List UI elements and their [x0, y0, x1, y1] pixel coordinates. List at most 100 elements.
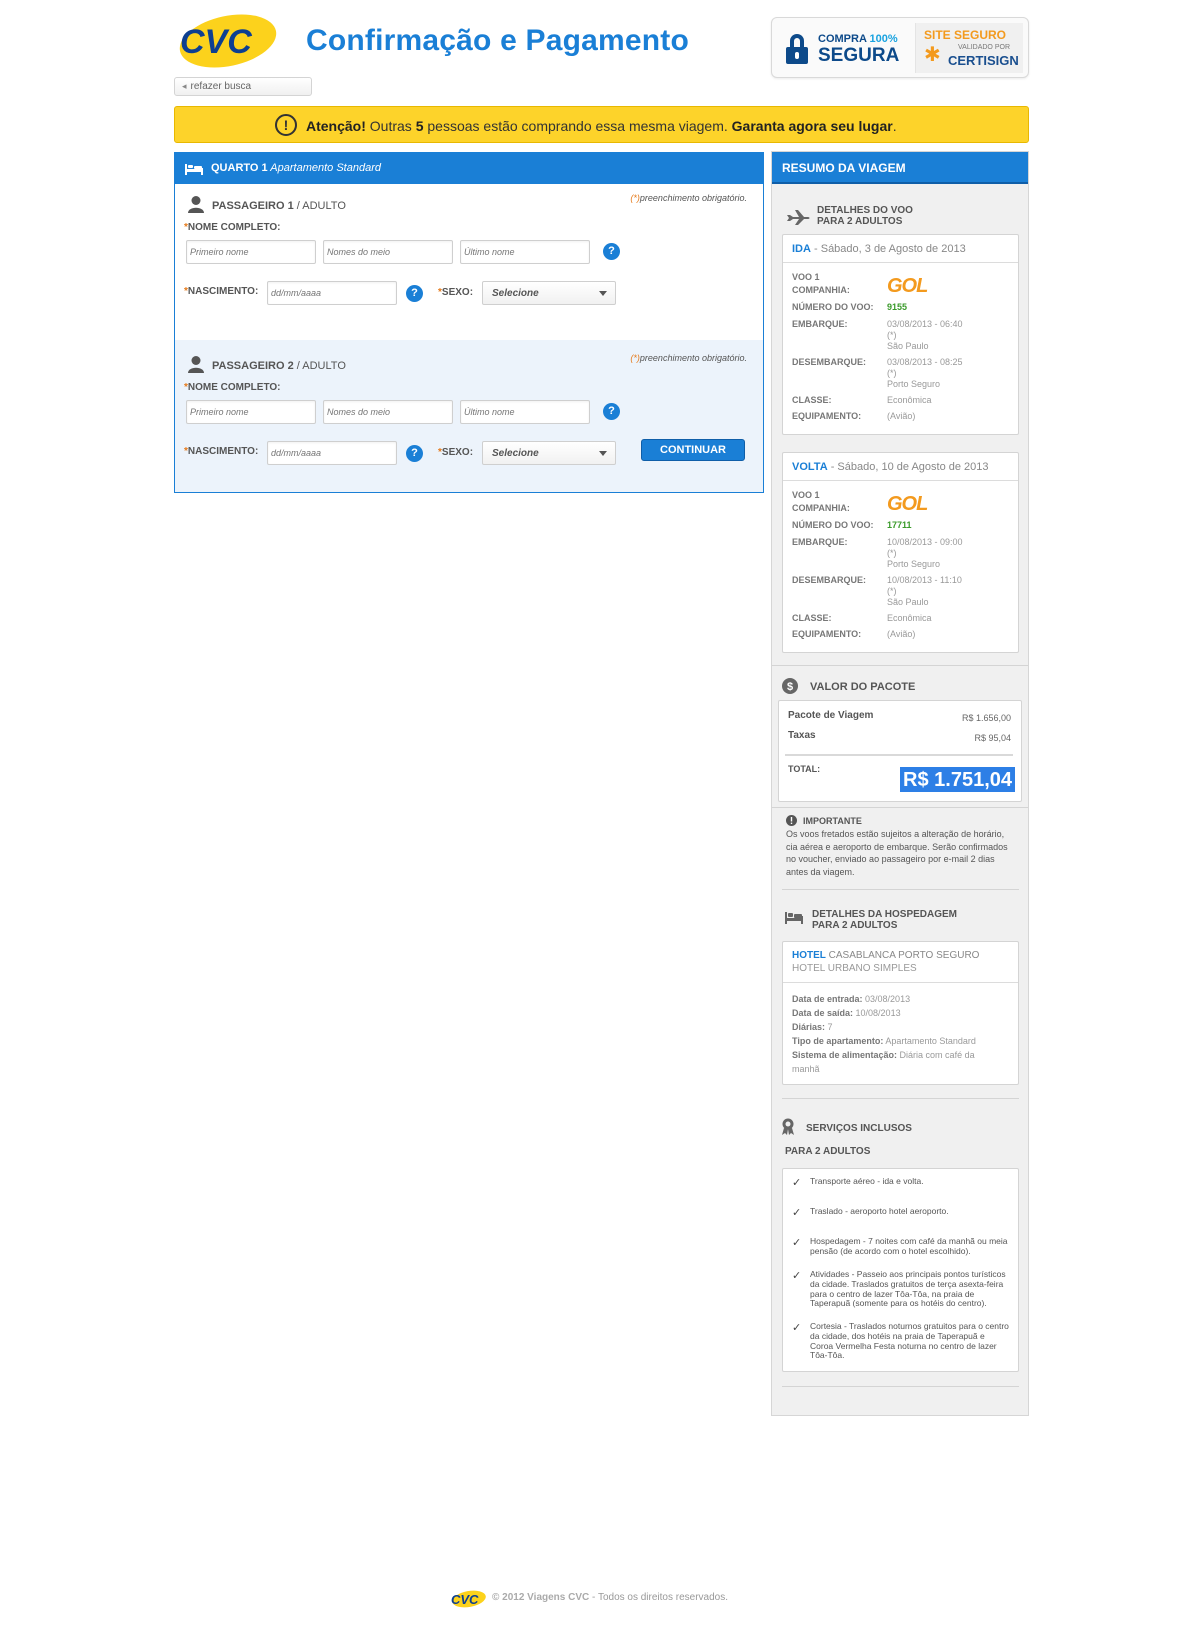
services-card: ✓ Transporte aéreo - ida e volta. ✓ Tras…	[782, 1168, 1019, 1372]
arrival-city: Porto Seguro	[887, 379, 941, 389]
middle-name-input[interactable]	[323, 400, 453, 424]
service-text: Atividades - Passeio aos principais pont…	[810, 1269, 1006, 1309]
arrival-time: 03/08/2013 - 08:25	[887, 357, 963, 367]
nights-line: Diárias: 7	[792, 1022, 833, 1032]
birth-help-icon[interactable]: ?	[406, 445, 423, 462]
first-name-input[interactable]	[186, 240, 316, 264]
gol-airline-logo: GOL	[887, 493, 928, 515]
departure-city: São Paulo	[887, 341, 929, 351]
cert-badge-top: SITE SEGURO	[924, 28, 1007, 42]
middle-name-input[interactable]	[323, 240, 453, 264]
departure-note: (*)	[887, 548, 897, 558]
flight-number-label: NÚMERO DO VOO:	[792, 520, 874, 530]
total-price: R$ 1.751,04	[900, 767, 1015, 792]
logo-text: CVC	[180, 23, 252, 61]
class-value: Econômica	[887, 395, 932, 405]
important-title: IMPORTANTE	[803, 816, 862, 826]
required-note: (*)preenchimento obrigatório.	[630, 353, 747, 363]
hotel-header: HOTEL CASABLANCA PORTO SEGURO HOTEL URBA…	[783, 942, 1018, 983]
name-help-icon[interactable]: ?	[603, 403, 620, 420]
company-label: COMPANHIA:	[792, 285, 850, 295]
dropdown-arrow-icon	[599, 291, 607, 296]
divider	[782, 1098, 1019, 1099]
gol-airline-logo: GOL	[887, 275, 928, 297]
checkmark-icon: ✓	[792, 1237, 802, 1249]
birth-label: *NASCIMENTO:	[184, 446, 259, 457]
flight-number: 9155	[887, 302, 908, 312]
airplane-icon	[787, 210, 810, 225]
dropdown-arrow-icon	[599, 451, 607, 456]
full-name-label: *NOME COMPLETO:	[184, 382, 281, 393]
redo-search-link[interactable]: ◂ refazer busca	[174, 77, 312, 96]
departure-note: (*)	[887, 330, 897, 340]
outbound-flight-card: IDA - Sábado, 3 de Agosto de 2013 VOO 1 …	[782, 234, 1019, 435]
first-name-input[interactable]	[186, 400, 316, 424]
price-divider	[785, 754, 1013, 756]
hotel-name: HOTEL CASABLANCA PORTO SEGURO	[792, 950, 980, 961]
equipment-value: (Avião)	[887, 629, 916, 639]
alert-text: Atenção! Outras 5 pessoas estão comprand…	[306, 118, 897, 134]
departure-city: Porto Seguro	[887, 559, 941, 569]
footer-logo-text: CVC	[451, 1592, 479, 1607]
outbound-header: IDA - Sábado, 3 de Agosto de 2013	[783, 235, 1018, 263]
birth-date-input[interactable]	[267, 441, 397, 465]
required-note: (*)preenchimento obrigatório.	[630, 193, 747, 203]
summary-title: RESUMO DA VIAGEM	[782, 161, 906, 175]
checkin-line: Data de entrada: 03/08/2013	[792, 994, 911, 1004]
certisign-star-icon: ✱	[924, 44, 941, 66]
flight-number: 17711	[887, 520, 912, 530]
room-form-panel: QUARTO 1 Apartamento Standard PASSAGEIRO…	[174, 152, 764, 493]
total-label: TOTAL:	[788, 764, 821, 774]
full-name-label: *NOME COMPLETO:	[184, 222, 281, 233]
arrival-time: 10/08/2013 - 11:10	[887, 575, 962, 585]
arrival-note: (*)	[887, 586, 897, 596]
services-title: SERVIÇOS INCLUSOS	[806, 1123, 912, 1134]
passenger-1-section: PASSAGEIRO 1 / ADULTO (*)preenchimento o…	[175, 184, 763, 340]
checkmark-icon: ✓	[792, 1322, 802, 1334]
package-price: R$ 1.656,00	[961, 713, 1011, 723]
user-icon	[188, 196, 204, 213]
birth-date-input[interactable]	[267, 281, 397, 305]
summary-header: RESUMO DA VIAGEM	[772, 152, 1028, 184]
arrival-city: São Paulo	[887, 597, 929, 607]
redo-search-label: refazer busca	[190, 81, 252, 92]
secure-badge-top: COMPRA 100%	[818, 33, 898, 45]
cvc-logo[interactable]: CVC	[174, 14, 278, 68]
arrival-label: DESEMBARQUE:	[792, 575, 867, 585]
class-value: Econômica	[887, 613, 932, 623]
birth-help-icon[interactable]: ?	[406, 285, 423, 302]
last-name-input[interactable]	[460, 400, 590, 424]
hotel-card: HOTEL CASABLANCA PORTO SEGURO HOTEL URBA…	[782, 941, 1019, 1085]
sex-select[interactable]: Selecione	[482, 281, 616, 305]
cert-badge-mid: VALIDADO POR	[958, 44, 1010, 51]
last-name-input[interactable]	[460, 240, 590, 264]
departure-label: EMBARQUE:	[792, 319, 848, 329]
sex-select-value: Selecione	[492, 288, 539, 299]
continue-button[interactable]: CONTINUAR	[641, 439, 745, 461]
security-badges: COMPRA 100% SEGURA SITE SEGURO VALIDADO …	[771, 17, 1029, 78]
important-text: Os voos fretados estão sujeitos a altera…	[786, 829, 1008, 877]
taxes-price: R$ 95,04	[974, 733, 1011, 743]
sex-select[interactable]: Selecione	[482, 441, 616, 465]
secure-purchase-badge: COMPRA 100% SEGURA	[782, 28, 914, 70]
birth-label: *NASCIMENTO:	[184, 286, 259, 297]
passenger-2-title: PASSAGEIRO 2 / ADULTO	[212, 360, 346, 372]
service-text: Traslado - aeroporto hotel aeroporto.	[810, 1206, 949, 1216]
sex-label: *SEXO:	[438, 287, 474, 298]
inbound-flight-card: VOLTA - Sábado, 10 de Agosto de 2013 VOO…	[782, 452, 1019, 653]
footer-cvc-logo: CVC	[451, 1590, 486, 1608]
name-help-icon[interactable]: ?	[603, 243, 620, 260]
certisign-badge[interactable]: SITE SEGURO VALIDADO POR ✱ CERTISIGN	[915, 23, 1023, 73]
hotel-category: HOTEL URBANO SIMPLES	[792, 963, 917, 974]
cert-badge-bottom: CERTISIGN	[948, 53, 1019, 68]
room-type-line: Tipo de apartamento: Apartamento Standar…	[792, 1036, 976, 1046]
chevron-left-icon: ◂	[182, 81, 187, 91]
class-label: CLASSE:	[792, 613, 832, 623]
dollar-icon: $	[782, 678, 798, 694]
checkmark-icon: ✓	[792, 1207, 802, 1219]
hotel-details-title: DETALHES DA HOSPEDAGEM PARA 2 ADULTOS	[812, 909, 958, 931]
flight-label: VOO 1	[792, 272, 820, 282]
footer-copyright: © 2012 Viagens CVC - Todos os direitos r…	[492, 1592, 729, 1603]
taxes-label: Taxas	[788, 730, 816, 741]
sex-select-value: Selecione	[492, 448, 539, 459]
